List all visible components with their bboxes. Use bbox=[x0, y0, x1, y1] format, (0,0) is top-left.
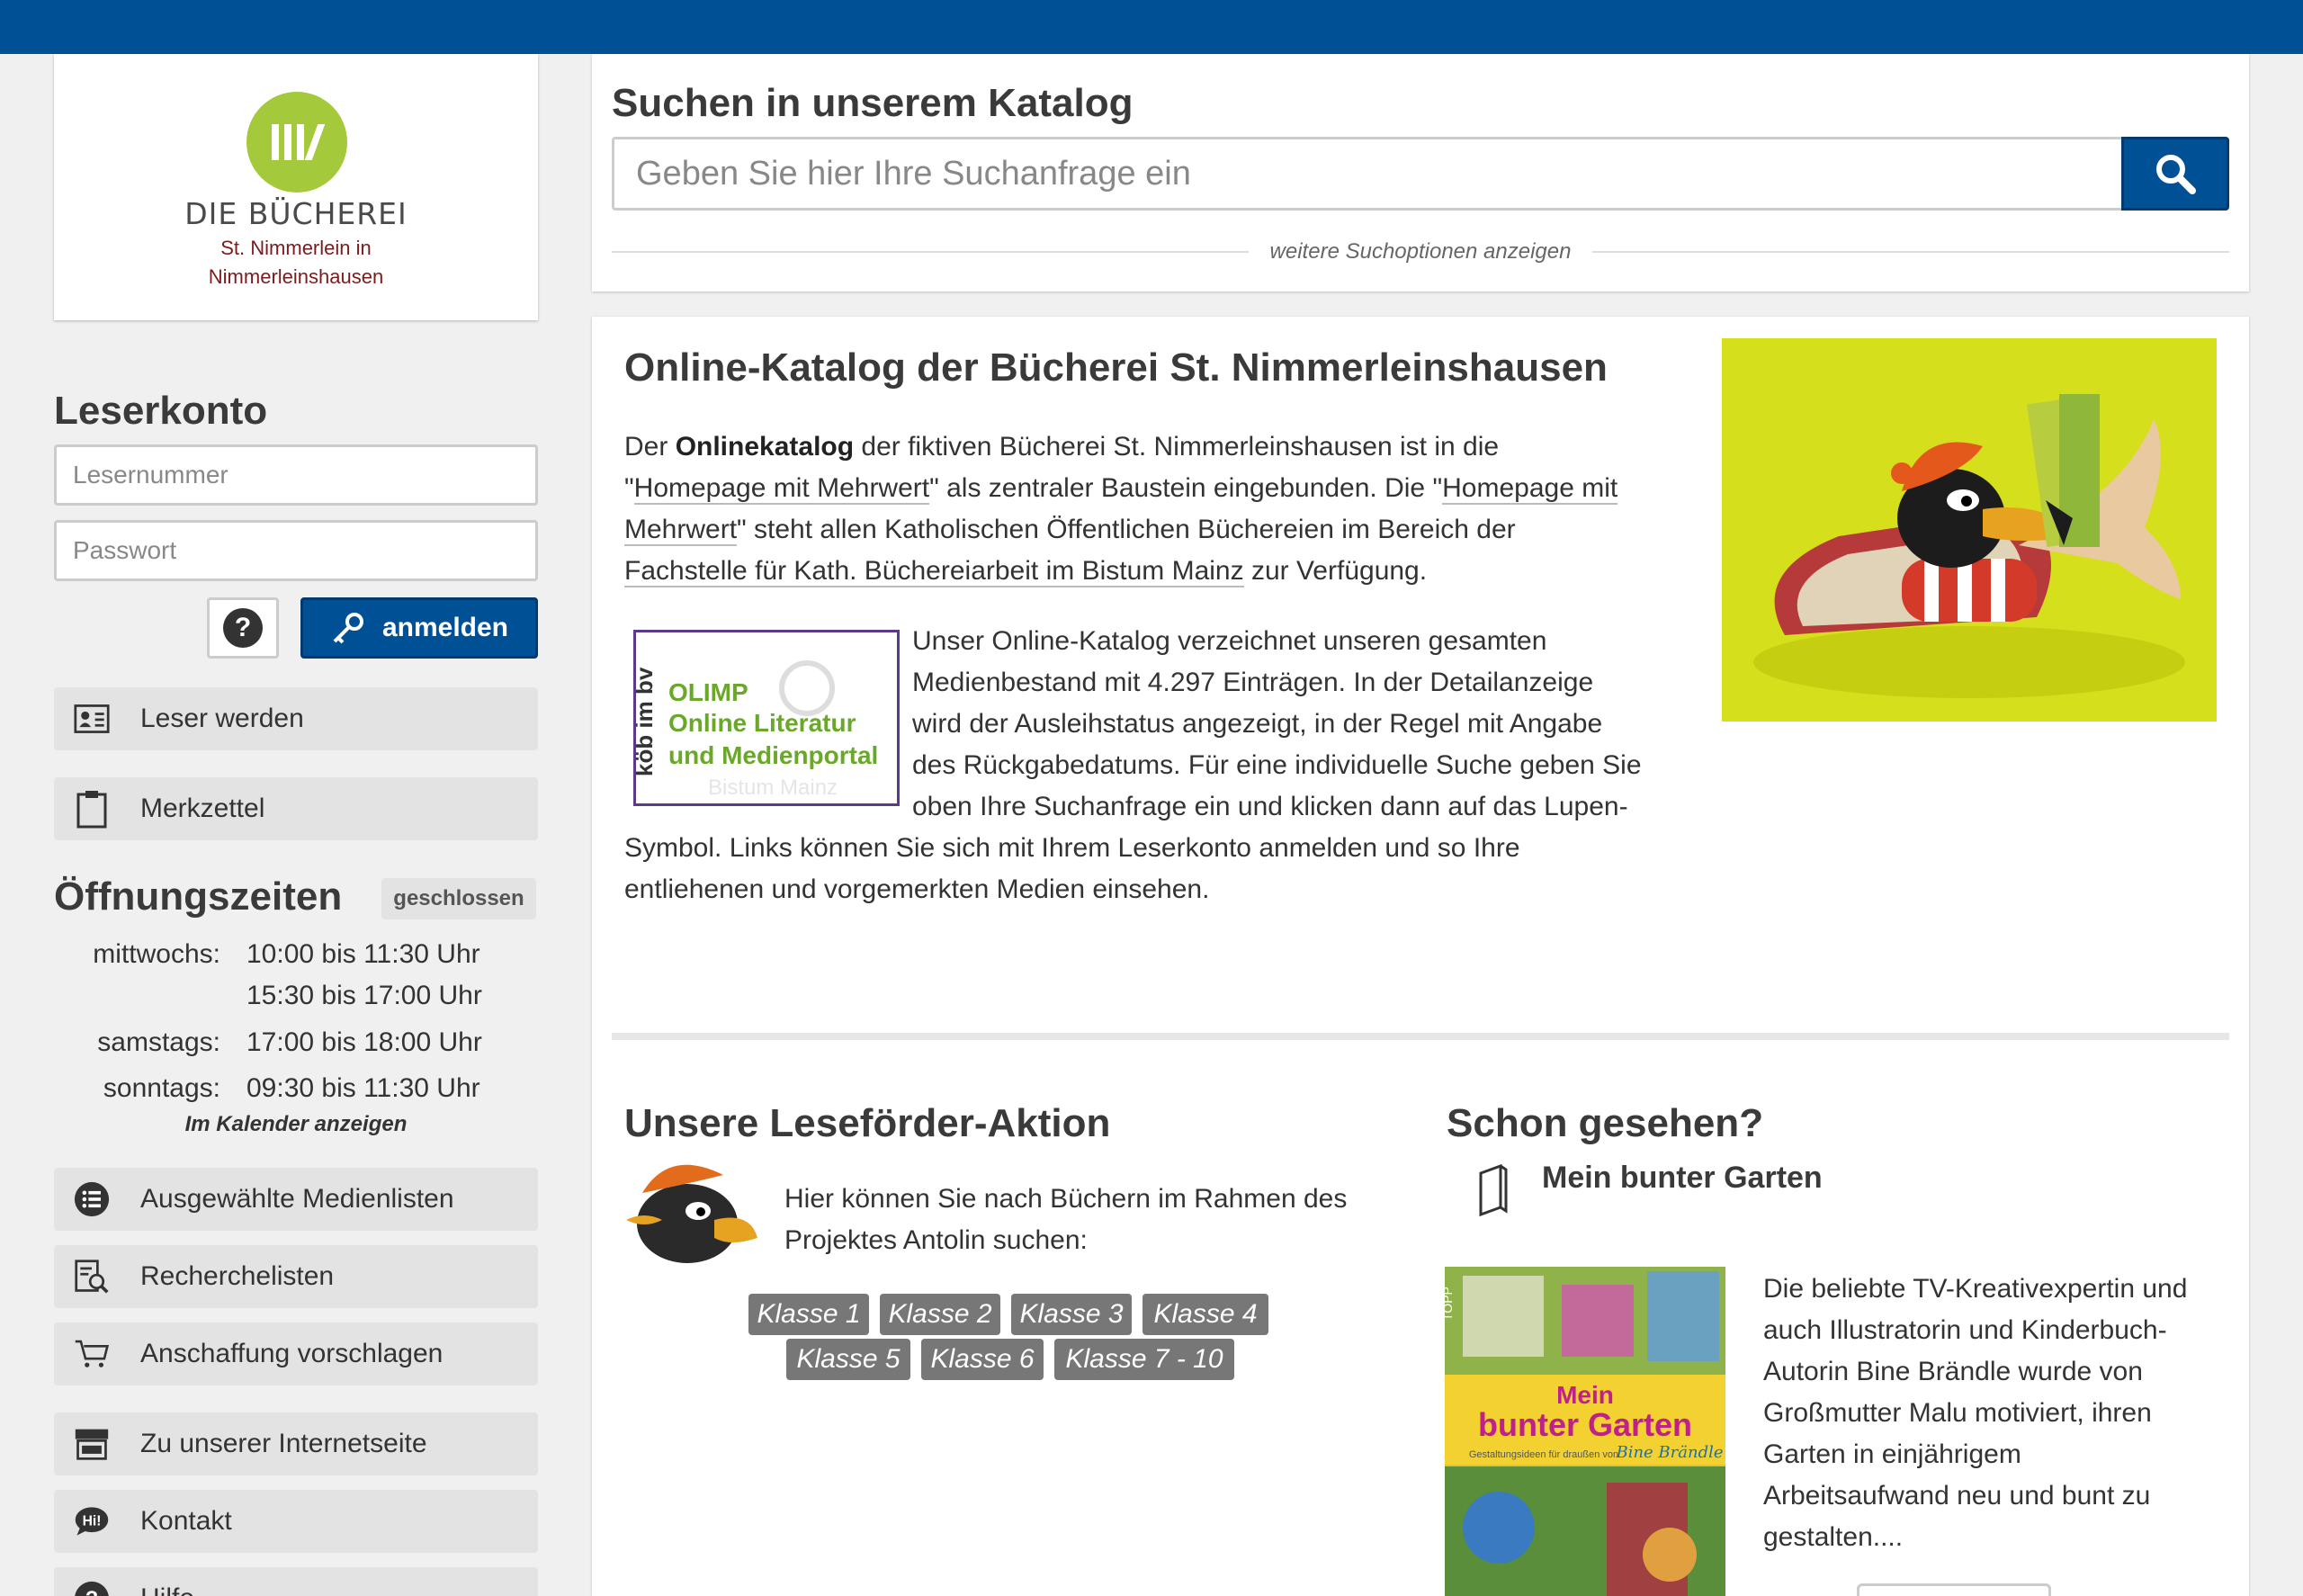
account-title: Leserkonto bbox=[54, 389, 268, 433]
class-button-4[interactable]: Klasse 4 bbox=[1143, 1294, 1268, 1335]
antolin-raven-icon bbox=[626, 1164, 757, 1263]
svg-text:Bistum Mainz: Bistum Mainz bbox=[708, 776, 838, 800]
top-bar bbox=[0, 0, 2303, 54]
hours-time: 15:30 bis 17:00 Uhr bbox=[246, 981, 482, 1010]
svg-text:TOPP: TOPP bbox=[1445, 1287, 1455, 1321]
id-card-icon bbox=[74, 701, 110, 737]
class-button-5[interactable]: Klasse 5 bbox=[786, 1339, 910, 1380]
login-help-button[interactable]: ? bbox=[207, 597, 279, 659]
nav-label: Ausgewählte Medienlisten bbox=[140, 1184, 454, 1214]
opening-hours-title: Öffnungszeiten bbox=[54, 874, 343, 919]
search-title: Suchen in unserem Katalog bbox=[612, 81, 1134, 125]
research-list-icon bbox=[74, 1259, 110, 1295]
svg-text:und Medienportal: und Medienportal bbox=[668, 741, 878, 769]
login-label: anmelden bbox=[381, 613, 509, 642]
nav-label: Hilfe bbox=[140, 1583, 194, 1596]
svg-text:Mein: Mein bbox=[1556, 1381, 1614, 1409]
clipboard-icon bbox=[74, 791, 110, 829]
reading-promo-title: Unsere Leseförder-Aktion bbox=[624, 1101, 1111, 1145]
more-search-options[interactable]: weitere Suchoptionen anzeigen bbox=[612, 234, 2230, 270]
search-panel: Suchen in unserem Katalog Geben Sie hier… bbox=[592, 54, 2249, 291]
nav-contact[interactable]: Hi! Kontakt bbox=[54, 1490, 538, 1553]
class-button-3[interactable]: Klasse 3 bbox=[1011, 1294, 1132, 1335]
nav-help[interactable]: ? Hilfe bbox=[54, 1567, 538, 1596]
hours-time: 09:30 bis 11:30 Uhr bbox=[246, 1073, 480, 1103]
page-title: Online-Katalog der Bücherei St. Nimmerle… bbox=[624, 345, 1608, 390]
chat-icon: Hi! bbox=[74, 1503, 110, 1539]
store-icon bbox=[74, 1426, 110, 1462]
section-divider bbox=[612, 1033, 2229, 1040]
svg-text:köb im bv: köb im bv bbox=[636, 667, 658, 776]
svg-text:?: ? bbox=[85, 1588, 98, 1596]
fachstelle-link[interactable]: Fachstelle für Kath. Büchereiarbeit im B… bbox=[624, 556, 1244, 587]
more-button[interactable] bbox=[1857, 1583, 2051, 1596]
status-badge: geschlossen bbox=[381, 878, 536, 919]
intro-paragraph: Der Onlinekatalog der fiktiven Bücherei … bbox=[624, 432, 1618, 587]
nav-become-reader[interactable]: Leser werden bbox=[54, 687, 538, 750]
hours-day: mittwochs: bbox=[93, 939, 220, 969]
nav-label: Leser werden bbox=[140, 704, 304, 733]
svg-text:bunter Garten: bunter Garten bbox=[1478, 1406, 1692, 1443]
nav-label: Recherchelisten bbox=[140, 1261, 335, 1291]
svg-text:Hi!: Hi! bbox=[83, 1513, 102, 1529]
help-icon: ? bbox=[74, 1581, 110, 1596]
search-input[interactable]: Geben Sie hier Ihre Suchanfrage ein bbox=[612, 137, 2125, 211]
nav-label: Zu unserer Internetseite bbox=[140, 1429, 427, 1458]
class-button-7-10[interactable]: Klasse 7 - 10 bbox=[1054, 1339, 1234, 1380]
search-icon bbox=[2156, 155, 2196, 194]
catalog-description-tail: Symbol. Links können Sie sich mit Ihrem … bbox=[624, 833, 1520, 904]
hours-day: sonntags: bbox=[103, 1073, 220, 1103]
library-logo[interactable]: DIE BÜCHEREI St. Nimmerlein in Nimmerlei… bbox=[54, 54, 538, 320]
hours-day: samstags: bbox=[97, 1027, 220, 1057]
olimp-logo[interactable]: köb im bv OLIMP Online Literatur und Med… bbox=[633, 630, 900, 806]
nav-label: Merkzettel bbox=[140, 794, 265, 823]
hours-time: 17:00 bis 18:00 Uhr bbox=[246, 1027, 482, 1057]
logo-books-icon bbox=[246, 92, 347, 193]
svg-text:Gestaltungsideen für draußen v: Gestaltungsideen für draußen von bbox=[1469, 1449, 1618, 1460]
login-button[interactable]: anmelden bbox=[300, 597, 538, 659]
nav-media-lists[interactable]: Ausgewählte Medienlisten bbox=[54, 1168, 538, 1231]
class-button-1[interactable]: Klasse 1 bbox=[748, 1294, 869, 1335]
featured-book-title[interactable]: Mein bunter Garten bbox=[1542, 1161, 1823, 1196]
nav-research-lists[interactable]: Recherchelisten bbox=[54, 1245, 538, 1308]
main-content: Online-Katalog der Bücherei St. Nimmerle… bbox=[592, 317, 2249, 1596]
svg-text:Online Literatur: Online Literatur bbox=[668, 709, 856, 737]
search-button[interactable] bbox=[2121, 137, 2229, 211]
homepage-link[interactable]: Homepage mit Mehrwert bbox=[633, 473, 930, 505]
svg-text:Bine Brändle: Bine Brändle bbox=[1615, 1443, 1723, 1462]
featured-book-description: Die beliebte TV-Kreativexpertin und auch… bbox=[1763, 1274, 2188, 1552]
reading-promo-text: Hier können Sie nach Büchern im Rahmen d… bbox=[784, 1184, 1348, 1255]
homepage-link-2[interactable]: Homepage mit bbox=[1442, 473, 1618, 505]
raven-reading-illustration bbox=[1722, 338, 2217, 722]
logo-subtitle: St. Nimmerlein in Nimmerleinshausen bbox=[208, 237, 384, 288]
hours-time: 10:00 bis 11:30 Uhr bbox=[246, 939, 480, 969]
key-icon bbox=[333, 613, 363, 644]
class-button-6[interactable]: Klasse 6 bbox=[921, 1339, 1044, 1380]
nav-label: Kontakt bbox=[140, 1506, 232, 1536]
logo-name: DIE BÜCHEREI bbox=[184, 196, 408, 231]
nav-label: Anschaffung vorschlagen bbox=[140, 1339, 444, 1368]
featured-title: Schon gesehen? bbox=[1447, 1101, 1764, 1145]
list-icon bbox=[74, 1181, 110, 1217]
more-search-options-label: weitere Suchoptionen anzeigen bbox=[1269, 239, 1572, 264]
reader-number-input[interactable]: Lesernummer bbox=[54, 444, 538, 506]
nav-notepad[interactable]: Merkzettel bbox=[54, 777, 538, 840]
calendar-link[interactable]: Im Kalender anzeigen bbox=[54, 1112, 538, 1137]
nav-suggest-purchase[interactable]: Anschaffung vorschlagen bbox=[54, 1323, 538, 1385]
book-icon bbox=[1479, 1164, 1508, 1216]
svg-text:OLIMP: OLIMP bbox=[668, 678, 748, 706]
homepage-link-2b[interactable]: Mehrwert bbox=[624, 515, 738, 546]
password-input[interactable]: Passwort bbox=[54, 520, 538, 581]
catalog-description: Unser Online-Katalog verzeichnet unseren… bbox=[912, 626, 1642, 821]
book-cover-image[interactable]: TOPP Mein bunter Garten Gestaltungsideen… bbox=[1445, 1267, 1725, 1596]
class-button-2[interactable]: Klasse 2 bbox=[880, 1294, 1000, 1335]
nav-website[interactable]: Zu unserer Internetseite bbox=[54, 1412, 538, 1475]
question-icon: ? bbox=[223, 608, 263, 648]
cart-icon bbox=[74, 1336, 110, 1372]
